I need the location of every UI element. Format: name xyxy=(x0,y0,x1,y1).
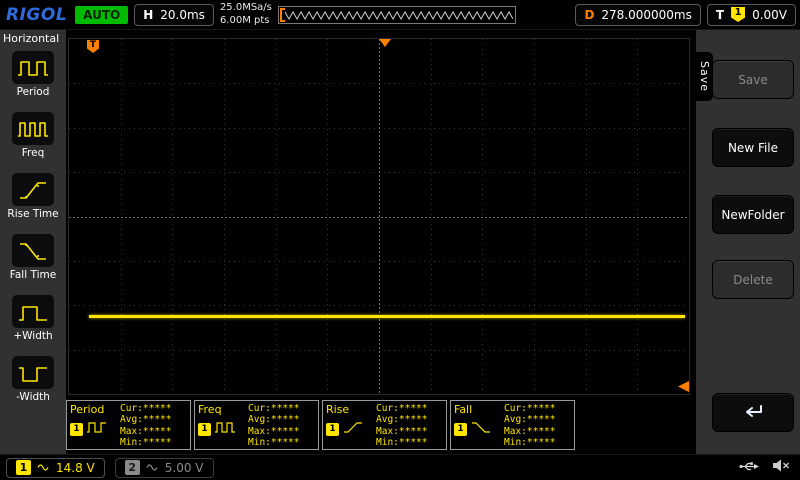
delay-value: 278.000000ms xyxy=(601,7,692,22)
channel-badge: 1 xyxy=(326,422,339,436)
horizontal-scale-box[interactable]: H 20.0ms xyxy=(134,3,214,26)
return-button[interactable] xyxy=(712,393,794,432)
menu-item-minus-width[interactable]: -Width xyxy=(12,356,54,403)
sample-rate: 25.0MSa/s xyxy=(219,2,272,13)
delete-button[interactable]: Delete xyxy=(712,260,794,299)
channel-badge: 1 xyxy=(454,422,467,436)
measurement-name: Rise xyxy=(326,403,350,416)
offscreen-marker-icon xyxy=(678,381,689,392)
channel1-trace xyxy=(89,315,685,318)
channel2-status[interactable]: 2 5.00 V xyxy=(114,457,214,478)
menu-item-label: -Width xyxy=(16,391,50,403)
graticule: T xyxy=(68,38,690,395)
measurement-freq: Freq 1 Cur:***** Avg:***** Max:***** Min… xyxy=(194,400,319,450)
menu-item-label: Freq xyxy=(21,147,45,159)
softkey-menu-sidebar: Save Save New File NewFolder Delete xyxy=(696,30,800,454)
menu-item-label: Fall Time xyxy=(9,269,57,281)
channel-badge: 1 xyxy=(70,422,83,436)
menu-item-plus-width[interactable]: +Width xyxy=(12,295,54,342)
save-button[interactable]: Save xyxy=(712,60,794,99)
run-status-badge[interactable]: AUTO xyxy=(75,5,129,24)
minus-width-icon xyxy=(12,356,54,389)
speaker-muted-icon xyxy=(772,458,790,477)
measurement-strip: Period 1 Cur:***** Avg:***** Max:***** M… xyxy=(66,400,578,450)
channel2-badge: 2 xyxy=(124,460,140,475)
menu-item-freq[interactable]: Freq xyxy=(12,112,54,159)
measure-menu-title: Horizontal xyxy=(3,32,60,45)
measure-menu-sidebar: Horizontal Period Freq Rise Time Fall Ti… xyxy=(0,30,66,454)
memory-depth: 6.00M pts xyxy=(219,14,270,26)
display-area: T Period 1 Cur:***** Avg:***** Max:*****… xyxy=(66,30,696,454)
menu-tab-save: Save xyxy=(696,52,713,102)
menu-item-label: Period xyxy=(16,86,50,98)
measurement-name: Period xyxy=(70,403,105,416)
usb-plug-icon xyxy=(738,458,760,477)
menu-item-label: Rise Time xyxy=(7,208,59,220)
channel1-scale: 14.8 V xyxy=(56,460,95,475)
plus-width-icon xyxy=(12,295,54,328)
measurement-name: Fall xyxy=(454,403,473,416)
h-label: H xyxy=(143,7,154,22)
rise-time-icon xyxy=(12,173,54,206)
new-file-button[interactable]: New File xyxy=(712,128,794,167)
measurement-period: Period 1 Cur:***** Avg:***** Max:***** M… xyxy=(66,400,191,450)
acquisition-info: 25.0MSa/s 6.00M pts xyxy=(220,2,272,27)
fall-wave-icon xyxy=(470,419,492,439)
freq-wave-icon xyxy=(214,419,236,439)
oscilloscope-screen: RIGOL AUTO H 20.0ms 25.0MSa/s 6.00M pts … xyxy=(0,0,800,480)
coupling-icon xyxy=(146,461,159,475)
channel-badge: 1 xyxy=(198,422,211,436)
measurement-name: Freq xyxy=(198,403,222,416)
d-label: D xyxy=(584,7,595,22)
channel2-scale: 5.00 V xyxy=(164,460,204,475)
coupling-icon xyxy=(37,461,50,475)
trigger-source-flag: 1 xyxy=(731,7,746,22)
rise-wave-icon xyxy=(342,419,364,439)
period-wave-icon xyxy=(86,419,108,439)
time-reference-marker: T xyxy=(87,40,99,53)
measurement-values: Cur:***** Avg:***** Max:***** Min:***** xyxy=(504,403,556,449)
channel1-status[interactable]: 1 14.8 V xyxy=(6,457,105,478)
period-icon xyxy=(12,51,54,84)
rigol-logo: RIGOL xyxy=(6,4,68,25)
trigger-box[interactable]: T 1 0.00V xyxy=(706,3,796,26)
measurement-fall: Fall 1 Cur:***** Avg:***** Max:***** Min… xyxy=(450,400,575,450)
bottom-status-bar: 1 14.8 V 2 5.00 V xyxy=(0,454,800,480)
trigger-level-value: 0.00V xyxy=(752,7,787,22)
measurement-values: Cur:***** Avg:***** Max:***** Min:***** xyxy=(248,403,300,449)
memory-waveform-svg xyxy=(284,10,513,20)
channel1-badge: 1 xyxy=(16,460,31,475)
h-scale-value: 20.0ms xyxy=(160,7,205,22)
menu-item-rise-time[interactable]: Rise Time xyxy=(7,173,59,220)
menu-item-period[interactable]: Period xyxy=(12,51,54,98)
fall-time-icon xyxy=(11,234,54,267)
menu-item-label: +Width xyxy=(13,330,53,342)
measurement-values: Cur:***** Avg:***** Max:***** Min:***** xyxy=(120,403,172,449)
memory-waveform-preview[interactable] xyxy=(277,5,516,24)
measurement-values: Cur:***** Avg:***** Max:***** Min:***** xyxy=(376,403,428,449)
t-label: T xyxy=(715,7,725,22)
return-arrow-icon xyxy=(741,403,765,423)
menu-item-fall-time[interactable]: Fall Time xyxy=(10,234,56,281)
trigger-position-marker-icon xyxy=(379,39,391,47)
bottom-right-icons xyxy=(738,458,794,477)
freq-icon xyxy=(12,112,54,145)
top-status-bar: RIGOL AUTO H 20.0ms 25.0MSa/s 6.00M pts … xyxy=(0,0,800,30)
delay-box[interactable]: D 278.000000ms xyxy=(575,3,701,26)
new-folder-button[interactable]: NewFolder xyxy=(712,195,794,234)
measurement-rise: Rise 1 Cur:***** Avg:***** Max:***** Min… xyxy=(322,400,447,450)
